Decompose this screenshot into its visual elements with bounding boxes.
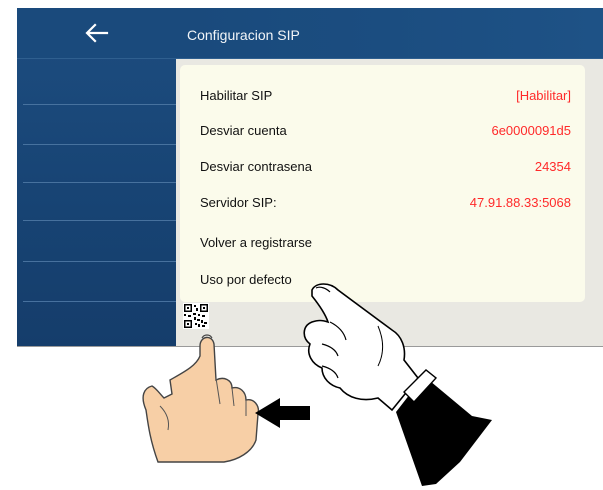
setting-row-account[interactable]: Desviar cuenta 6e0000091d5 <box>200 117 571 143</box>
setting-label: Desviar contrasena <box>200 158 312 174</box>
setting-label: Habilitar SIP <box>200 87 273 103</box>
setting-row-default[interactable]: Uso por defecto <box>200 266 571 292</box>
setting-value: 6e0000091d5 <box>491 122 571 138</box>
sidebar-divider <box>23 144 176 145</box>
setting-row-reregister[interactable]: Volver a registrarse <box>200 229 571 255</box>
arrow-left-icon <box>255 398 310 428</box>
setting-label: Desviar cuenta <box>200 122 287 138</box>
setting-label: Uso por defecto <box>200 271 292 287</box>
setting-label: Servidor SIP: <box>200 194 277 210</box>
qr-code-icon[interactable] <box>183 303 209 329</box>
back-button[interactable] <box>17 8 176 59</box>
setting-label: Volver a registrarse <box>200 234 312 250</box>
sidebar-menu <box>17 58 176 346</box>
sidebar-divider <box>23 182 176 183</box>
setting-value: 24354 <box>534 158 571 174</box>
sidebar <box>17 8 176 346</box>
sidebar-divider <box>23 104 176 105</box>
page-title: Configuracion SIP <box>187 27 300 43</box>
settings-list: Habilitar SIP [Habilitar] Desviar cuenta… <box>180 65 585 302</box>
setting-row-enable-sip[interactable]: Habilitar SIP [Habilitar] <box>200 82 571 108</box>
setting-value: 47.91.88.33:5068 <box>469 194 571 210</box>
pointing-hand-icon <box>142 334 260 463</box>
setting-row-password[interactable]: Desviar contrasena 24354 <box>200 153 571 179</box>
sidebar-divider <box>23 301 176 302</box>
header-bar: Configuracion SIP <box>176 8 603 59</box>
setting-value: [Habilitar] <box>516 87 571 103</box>
setting-row-server[interactable]: Servidor SIP: 47.91.88.33:5068 <box>200 189 571 215</box>
arrow-left-icon <box>84 23 108 43</box>
sidebar-divider <box>23 261 176 262</box>
sidebar-divider <box>23 220 176 221</box>
